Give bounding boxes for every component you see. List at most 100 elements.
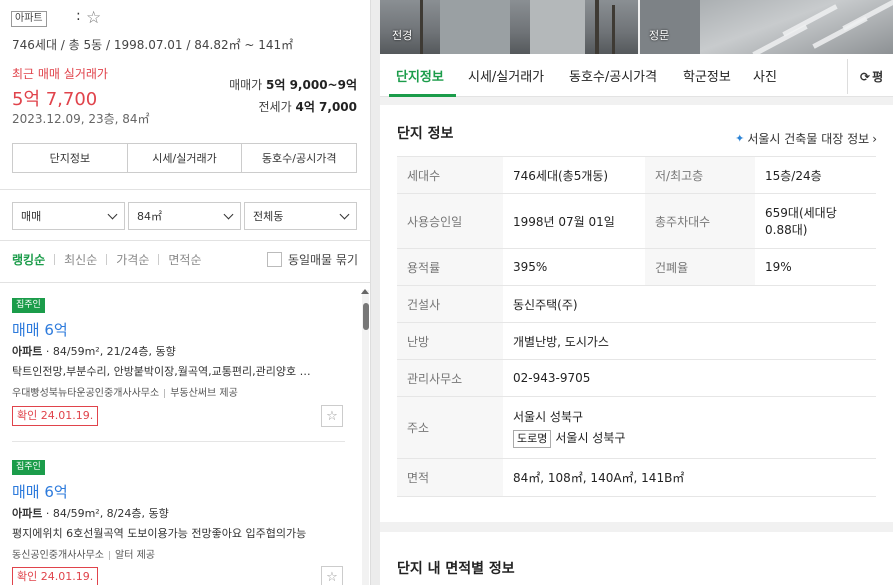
star-icon[interactable]: ☆ (321, 566, 343, 585)
agent-divider (164, 388, 166, 398)
table-row: 난방 개별난방, 도시가스 (397, 322, 876, 360)
sort-ranking[interactable]: 랭킹순 (12, 251, 45, 268)
tab-more-label: 평 (872, 70, 884, 84)
listing-agent: 우대빵성북뉴타운공인중개사사무소 부동산써브 제공 (12, 384, 347, 399)
chevron-down-icon (339, 209, 350, 219)
building-select[interactable]: 전체동 (244, 202, 357, 230)
sort-area[interactable]: 면적순 (168, 251, 201, 268)
crosswalk-stripe (842, 0, 893, 31)
listing-agent: 동신공인중개사사무소 알터 제공 (12, 546, 347, 561)
listing-title[interactable]: 매매 6억 (12, 319, 347, 340)
table-row: 주소 서울시 성북구 도로명 서울시 성북구 (397, 396, 876, 459)
sale-price-range: 매매가 5억 9,000~9억 (229, 76, 357, 93)
table-row: 면적 84㎡, 108㎡, 140A㎡, 141B㎡ (397, 458, 876, 497)
trade-type-select[interactable]: 매매 (12, 202, 125, 230)
provider-name: 부동산써브 제공 (170, 388, 238, 399)
road-name-tag: 도로명 (513, 429, 552, 448)
refresh-icon: ⟳ (860, 69, 871, 84)
panel-divider (370, 0, 380, 585)
favorite-star-icon[interactable]: ☆ (86, 9, 101, 27)
approval-date-label: 사용승인일 (397, 193, 503, 249)
star-icon[interactable]: ☆ (321, 405, 343, 427)
approval-date-value: 1998년 07월 01일 (503, 193, 645, 249)
confirm-date-badge: 확인 24.01.19. (12, 567, 99, 585)
chevron-down-icon (223, 209, 234, 219)
scrollbar-track[interactable] (362, 290, 369, 585)
filter-row: 매매 84㎡ 전체동 (12, 202, 357, 230)
building-shape (440, 0, 510, 54)
area-info-title: 단지 내 면적별 정보 (397, 561, 515, 577)
sort-latest[interactable]: 최신순 (64, 251, 97, 268)
complex-detail-panel: 전경 정문 단지정보 시세/실거래가 동호수/공시가격 학군정보 사진 ⟳ 평 단… (380, 0, 893, 585)
listing-spec: · 84/59m², 8/24층, 동향 (45, 507, 169, 520)
sort-price[interactable]: 가격순 (116, 251, 149, 268)
detail-tabs: 단지정보 시세/실거래가 동호수/공시가격 학군정보 사진 (380, 54, 893, 97)
price-history-button[interactable]: 시세/실거래가 (128, 144, 243, 172)
chevron-down-icon (107, 209, 118, 219)
active-tab-indicator (389, 94, 456, 97)
group-same-listings[interactable]: 동일매물 묶기 (266, 251, 358, 268)
heating-value: 개별난방, 도시가스 (503, 322, 876, 360)
area-info-card: 단지 내 면적별 정보 (380, 532, 893, 585)
complex-title: : (76, 8, 81, 24)
tab-school[interactable]: 학군정보 (683, 66, 731, 85)
list-divider (12, 441, 345, 442)
listing-spec: · 84/59m², 21/24층, 동향 (45, 345, 176, 358)
seoul-logo-icon: ✦ (735, 132, 745, 145)
table-row: 용적률 395% 건폐율 19% (397, 248, 876, 286)
management-office-label: 관리사무소 (397, 359, 503, 397)
builder-value: 동신주택(주) (503, 285, 876, 323)
section-divider (0, 189, 370, 190)
area-select[interactable]: 84㎡ (128, 202, 241, 230)
area-label: 면적 (397, 458, 503, 497)
complex-info-title: 단지 정보 (397, 126, 454, 142)
tab-unit-price[interactable]: 동호수/공시가격 (569, 66, 657, 85)
parking-value: 659대(세대당 0.88대) (755, 193, 876, 249)
tree-shape (595, 0, 599, 54)
households-label: 세대수 (397, 156, 503, 194)
seoul-link-label: 서울시 건축물 대장 정보 (747, 132, 870, 146)
tab-photos[interactable]: 사진 (753, 66, 777, 85)
list-item[interactable]: 집주인 매매 6억 아파트 · 84/59m², 21/24층, 동향 탁트인전… (12, 296, 347, 436)
unit-price-button[interactable]: 동호수/공시가격 (242, 144, 356, 172)
address-cell: 서울시 성북구 도로명 서울시 성북구 (503, 396, 876, 459)
table-row: 사용승인일 1998년 07월 01일 총주차대수 659대(세대당 0.88대… (397, 193, 876, 249)
area-value: 84㎡ (137, 210, 162, 223)
table-row: 건설사 동신주택(주) (397, 285, 876, 323)
crosswalk-stripe (752, 24, 808, 54)
provider-name: 알터 제공 (115, 550, 155, 561)
parking-label: 총주차대수 (645, 193, 755, 249)
listing-title[interactable]: 매매 6억 (12, 481, 347, 502)
section-divider (0, 240, 370, 241)
chevron-right-icon: › (872, 131, 877, 146)
photo-exterior[interactable]: 전경 (380, 0, 638, 54)
tab-more-button[interactable]: ⟳ 평 (847, 59, 893, 94)
management-office-phone: 02-943-9705 (503, 359, 876, 397)
tab-price-history[interactable]: 시세/실거래가 (468, 66, 544, 85)
recent-trade-date: 2023.12.09, 23층, 84㎡ (12, 112, 150, 126)
complex-info-button[interactable]: 단지정보 (13, 144, 128, 172)
building-value: 전체동 (253, 210, 284, 223)
complex-action-buttons: 단지정보 시세/실거래가 동호수/공시가격 (12, 143, 357, 173)
agent-name: 동신공인중개사사무소 (12, 550, 104, 561)
photo-gate[interactable]: 정문 (640, 0, 893, 54)
sort-divider (54, 254, 56, 265)
tree-shape (420, 0, 423, 54)
building-coverage-value: 19% (755, 248, 876, 286)
list-item[interactable]: 집주인 매매 6억 아파트 · 84/59m², 8/24층, 동향 평지에위치… (12, 458, 347, 585)
sort-divider (158, 254, 160, 265)
floor-area-ratio-value: 395% (503, 248, 645, 286)
scroll-up-icon[interactable] (361, 289, 369, 294)
sort-options: 랭킹순 최신순 가격순 면적순 동일매물 묶기 (12, 251, 358, 268)
building-coverage-label: 건폐율 (645, 248, 755, 286)
scrollbar-thumb[interactable] (363, 303, 369, 330)
tree-shape (612, 5, 615, 54)
area-value: 84㎡, 108㎡, 140A㎡, 141B㎡ (503, 458, 876, 497)
group-checkbox[interactable] (266, 252, 282, 267)
floors-label: 저/최고층 (645, 156, 755, 194)
address-value: 서울시 성북구 (513, 409, 584, 424)
photo-label-gate: 정문 (649, 29, 670, 42)
tab-complex-info[interactable]: 단지정보 (396, 66, 444, 85)
seoul-building-registry-link[interactable]: ✦ 서울시 건축물 대장 정보 › (735, 130, 877, 147)
road-address-line: 도로명 서울시 성북구 (513, 429, 866, 448)
